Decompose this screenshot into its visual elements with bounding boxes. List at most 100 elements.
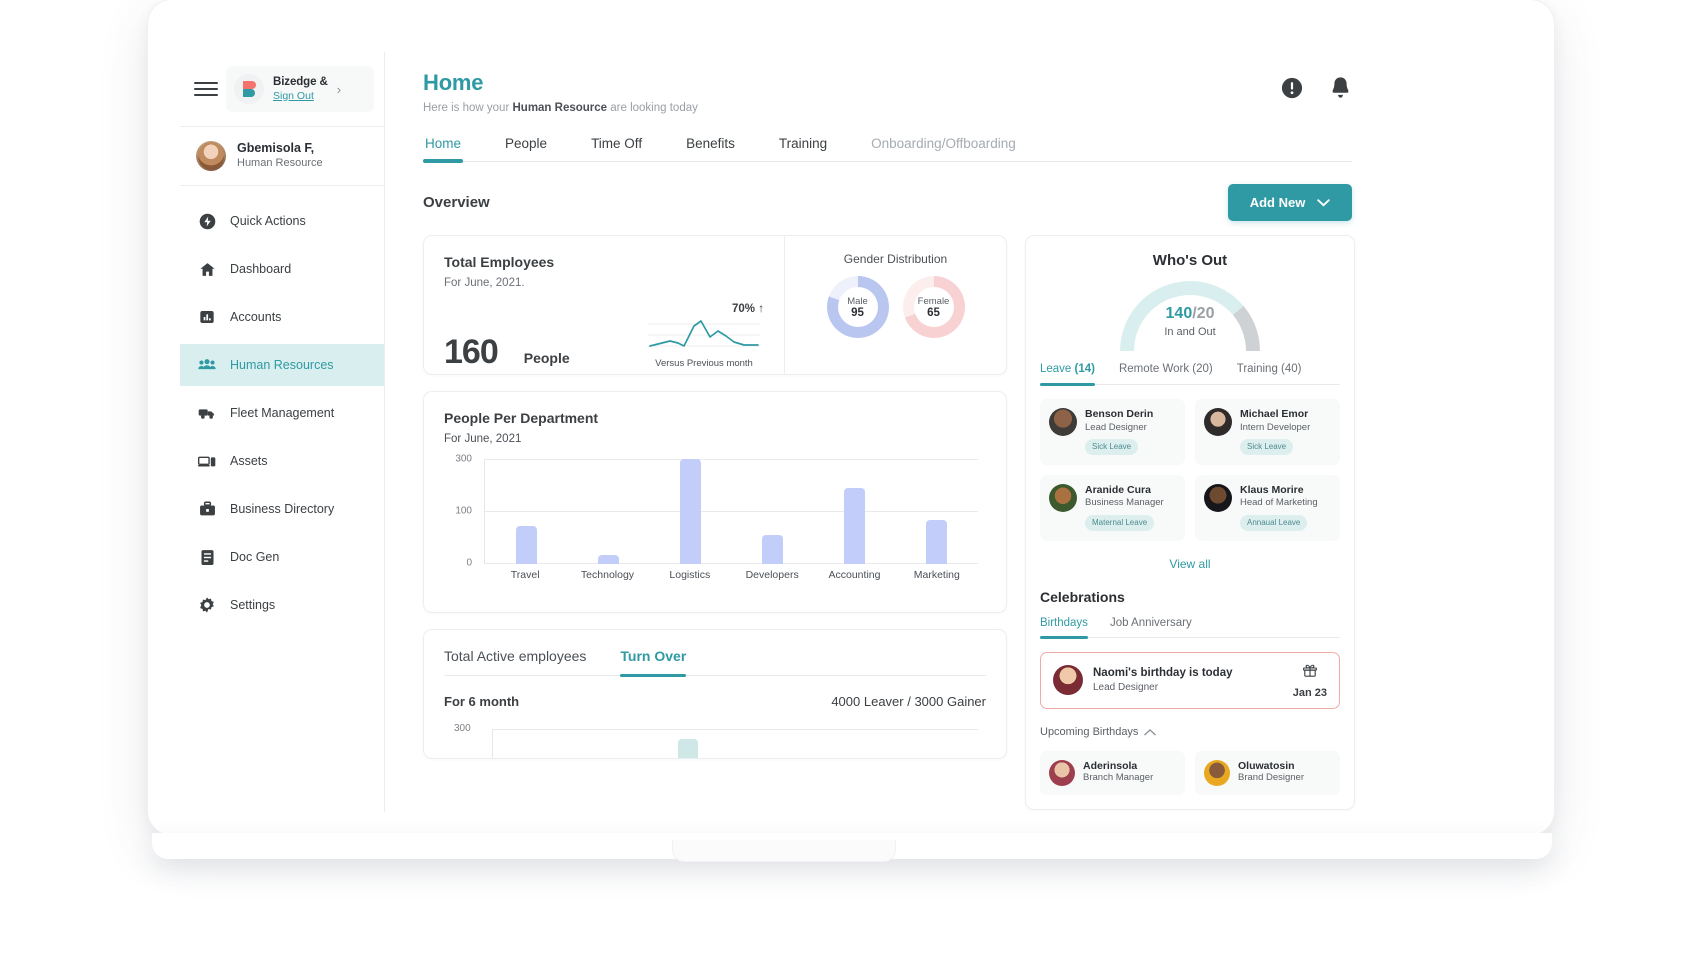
- tab-home[interactable]: Home: [423, 136, 464, 163]
- department-bar-chart: 300 100 0 Travel Technology Logistics De…: [444, 454, 986, 589]
- person-role: Intern Developer: [1240, 421, 1311, 433]
- tab-birthdays[interactable]: Birthdays: [1040, 617, 1088, 639]
- upcoming-birthdays-row[interactable]: Upcoming Birthdays: [1040, 723, 1340, 741]
- list-item[interactable]: Michael Emor Intern Developer Sick Leave: [1195, 399, 1340, 465]
- female-value: 65: [927, 306, 940, 319]
- avatar: [1204, 483, 1232, 512]
- tab-leave[interactable]: Leave (14): [1040, 363, 1095, 386]
- birthday-date-block: Jan 23: [1293, 662, 1327, 699]
- turnover-card: Total Active employees Turn Over For 6 m…: [423, 629, 1007, 759]
- subtitle-pre: Here is how your: [423, 102, 513, 114]
- avatar: [1049, 408, 1077, 436]
- turnover-period: For 6 month: [444, 694, 520, 709]
- bar-technology[interactable]: [597, 554, 619, 564]
- sidebar-item-assets[interactable]: Assets: [180, 440, 384, 482]
- overview-title: Overview: [423, 194, 490, 211]
- x-label-developers: Developers: [745, 569, 799, 581]
- male-donut: Male 95: [826, 276, 889, 338]
- tab-onboarding-offboarding[interactable]: Onboarding/Offboarding: [869, 136, 1018, 161]
- briefcase-icon: [198, 500, 216, 518]
- alert-circle-icon[interactable]: [1281, 77, 1303, 104]
- sidebar-item-human-resources[interactable]: Human Resources: [180, 344, 392, 386]
- sidebar-user-profile[interactable]: Gbemisola F, Human Resource: [180, 127, 384, 185]
- x-label-accounting: Accounting: [828, 569, 881, 581]
- sidebar-item-quick-actions[interactable]: Quick Actions: [180, 200, 384, 242]
- total-employees-unit: People: [523, 350, 570, 366]
- sidebar-item-label: Fleet Management: [230, 406, 335, 420]
- avatar: [1204, 759, 1230, 786]
- bar-marketing[interactable]: [926, 519, 948, 564]
- sidebar-item-label: Quick Actions: [230, 214, 306, 228]
- tab-total-active-employees[interactable]: Total Active employees: [444, 648, 586, 675]
- turnover-tabs: Total Active employees Turn Over: [444, 648, 986, 677]
- bar-slot: [567, 459, 649, 564]
- sidebar-item-fleet-management[interactable]: Fleet Management: [180, 392, 384, 434]
- tab-benefits[interactable]: Benefits: [684, 136, 737, 161]
- gender-distribution-title: Gender Distribution: [843, 252, 948, 266]
- app-screen: Bizedge & Sign Out › Gbemisola F, Human …: [180, 52, 1380, 812]
- chevron-down-icon: [1317, 195, 1331, 210]
- tab-training-out[interactable]: Training (40): [1237, 363, 1302, 384]
- header-icons: [1281, 70, 1352, 105]
- list-item[interactable]: Benson Derin Lead Designer Sick Leave: [1040, 399, 1185, 465]
- chevron-up-icon[interactable]: [1144, 723, 1157, 741]
- y-tick-100: 100: [455, 505, 472, 517]
- sidebar-item-label: Human Resources: [230, 358, 334, 372]
- list-item[interactable]: Aranide Cura Business Manager Maternal L…: [1040, 474, 1185, 541]
- chevron-right-icon[interactable]: ›: [337, 82, 343, 97]
- brand-name: Bizedge &: [273, 75, 328, 88]
- list-item[interactable]: Klaus Morire Head of Marketing Annaual L…: [1195, 474, 1340, 541]
- percent-value: 70%: [732, 303, 756, 315]
- sidebar-item-doc-gen[interactable]: Doc Gen: [180, 536, 384, 578]
- gift-icon: [1302, 664, 1318, 682]
- sidebar-item-settings[interactable]: Settings: [180, 584, 384, 626]
- tab-leave-count: (14): [1074, 363, 1095, 375]
- tab-people[interactable]: People: [503, 136, 549, 161]
- bar-developers[interactable]: [762, 534, 784, 564]
- avatar: [1053, 665, 1083, 696]
- list-item[interactable]: Aderinsola Branch Manager: [1040, 750, 1185, 795]
- in-and-out-gauge: 140/20 In and Out: [1120, 281, 1260, 353]
- turnover-bar[interactable]: [678, 739, 698, 758]
- hamburger-menu-icon[interactable]: [194, 82, 218, 96]
- tab-training-label: Training: [1236, 363, 1282, 375]
- x-axis-labels: Travel Technology Logistics Developers A…: [484, 569, 978, 581]
- person-role: Brand Designer: [1238, 771, 1305, 783]
- birthday-today-card[interactable]: Naomi's birthday is today Lead Designer …: [1040, 651, 1340, 709]
- bar-accounting[interactable]: [844, 488, 866, 564]
- bar-slot: [814, 459, 896, 564]
- sidebar-item-label: Business Directory: [230, 502, 335, 516]
- tab-turn-over[interactable]: Turn Over: [620, 648, 686, 677]
- celebrations-title: Celebrations: [1040, 588, 1125, 605]
- sidebar-item-business-directory[interactable]: Business Directory: [180, 488, 384, 530]
- sidebar-item-accounts[interactable]: Accounts: [180, 296, 384, 338]
- list-item[interactable]: Oluwatosin Brand Designer: [1195, 750, 1340, 795]
- add-new-button[interactable]: Add New: [1228, 184, 1352, 221]
- sidebar-item-dashboard[interactable]: Dashboard: [180, 248, 384, 290]
- sign-out-link[interactable]: Sign Out: [273, 90, 328, 103]
- tab-remote-label: Remote Work: [1118, 363, 1193, 375]
- tab-job-anniversary[interactable]: Job Anniversary: [1110, 617, 1192, 637]
- bar-logistics[interactable]: [679, 459, 701, 564]
- bar-travel[interactable]: [515, 526, 537, 564]
- home-icon: [198, 260, 216, 278]
- tab-time-off[interactable]: Time Off: [589, 136, 644, 161]
- left-column: Total Employees For June, 2021. 160 Peop…: [423, 235, 1007, 810]
- sidebar-item-label: Settings: [230, 598, 276, 612]
- main-content: Home Here is how your Human Resource are…: [385, 52, 1380, 812]
- user-name: Gbemisola F,: [237, 141, 315, 156]
- male-label: Male: [847, 295, 868, 307]
- brand-account-switcher[interactable]: Bizedge & Sign Out ›: [226, 66, 374, 112]
- bar-slot: [896, 459, 978, 564]
- bell-icon[interactable]: [1329, 76, 1352, 105]
- view-all-link[interactable]: View all: [1040, 557, 1340, 571]
- whos-out-tabs: Leave (14) Remote Work (20) Training (40…: [1040, 363, 1340, 386]
- whos-out-list: Benson Derin Lead Designer Sick Leave Mi…: [1040, 399, 1340, 541]
- tab-remote-work[interactable]: Remote Work (20): [1119, 363, 1213, 384]
- plot-area: [484, 459, 978, 564]
- bar-slot: [649, 459, 731, 564]
- tab-training[interactable]: Training: [777, 136, 829, 161]
- bizedge-logo-icon: [234, 74, 264, 104]
- total-employees-value: 160: [444, 333, 499, 371]
- turnover-chart: 300: [444, 723, 986, 758]
